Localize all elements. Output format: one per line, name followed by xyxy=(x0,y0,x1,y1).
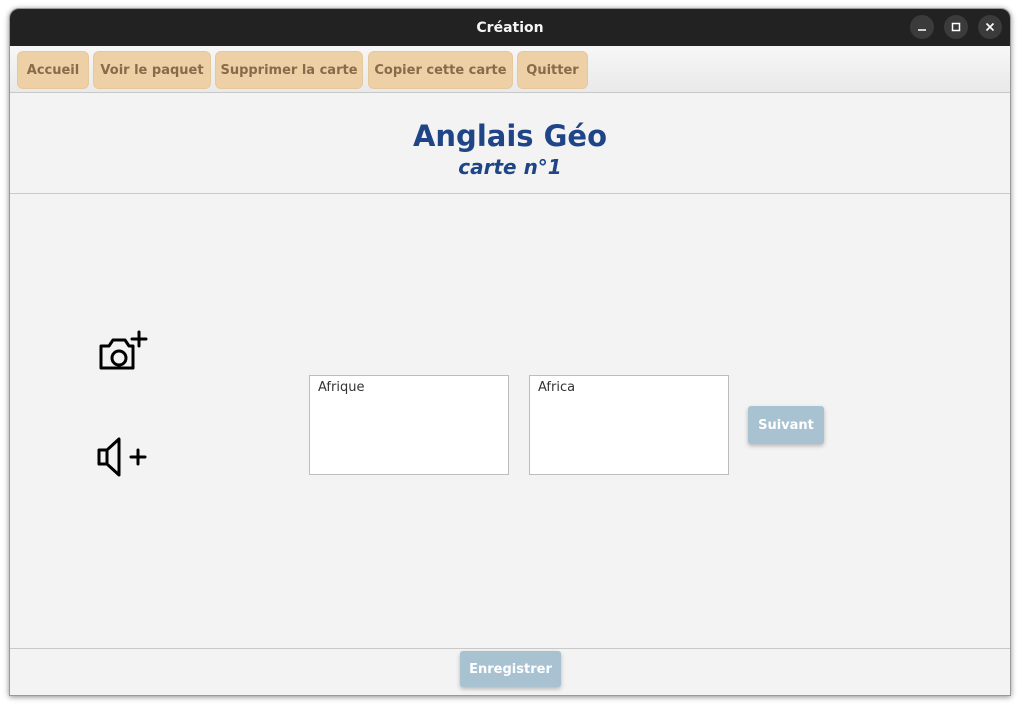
next-button[interactable]: Suivant xyxy=(748,406,824,444)
card-header: Anglais Géo carte n°1 xyxy=(10,93,1010,194)
deck-title: Anglais Géo xyxy=(412,119,608,153)
footer-bar: Enregistrer xyxy=(10,648,1010,695)
close-button[interactable] xyxy=(978,15,1002,39)
menu-bar: Accueil Voir le paquet Supprimer la cart… xyxy=(10,46,1010,93)
menu-supprimer-carte-button[interactable]: Supprimer la carte xyxy=(215,51,363,89)
card-number: carte n°1 xyxy=(458,155,562,179)
add-image-button[interactable] xyxy=(94,326,150,378)
card-editor: Afrique Africa Suivant xyxy=(10,194,1010,648)
maximize-icon xyxy=(951,22,961,32)
add-sound-button[interactable] xyxy=(94,430,150,482)
menu-copier-carte-button[interactable]: Copier cette carte xyxy=(368,51,513,89)
menu-accueil-button[interactable]: Accueil xyxy=(17,51,89,89)
back-text-field[interactable]: Africa xyxy=(529,375,729,475)
front-text-field[interactable]: Afrique xyxy=(309,375,509,475)
save-button[interactable]: Enregistrer xyxy=(460,651,561,687)
minimize-button[interactable] xyxy=(910,15,934,39)
app-window: Création Accueil Voir le paquet Supprime… xyxy=(9,8,1011,696)
menu-quitter-button[interactable]: Quitter xyxy=(517,51,588,89)
window-title: Création xyxy=(476,19,544,36)
camera-plus-icon xyxy=(99,330,148,370)
close-icon xyxy=(985,22,995,32)
speaker-plus-icon xyxy=(97,437,147,477)
window-controls xyxy=(910,15,1002,39)
maximize-button[interactable] xyxy=(944,15,968,39)
title-bar: Création xyxy=(10,9,1010,46)
menu-voir-paquet-button[interactable]: Voir le paquet xyxy=(93,51,211,89)
minimize-icon xyxy=(918,29,926,31)
